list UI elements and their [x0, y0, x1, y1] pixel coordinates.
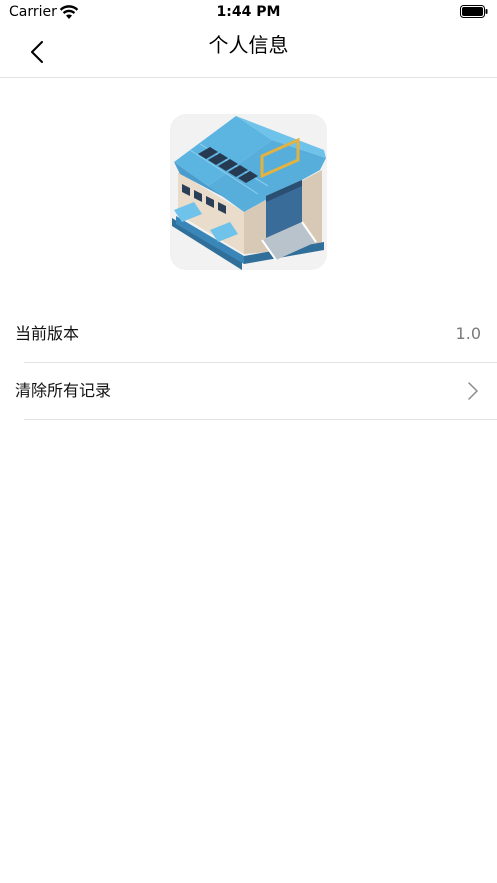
battery-icon [460, 5, 488, 18]
status-bar: Carrier 1:44 PM [0, 0, 497, 26]
clear-records-label: 清除所有记录 [15, 381, 112, 400]
clear-records-row[interactable]: 清除所有记录 [0, 363, 497, 420]
clock: 1:44 PM [216, 4, 281, 20]
version-value: 1.0 [455, 324, 481, 343]
divider [24, 419, 497, 420]
version-row: 当前版本 1.0 [0, 306, 497, 363]
app-logo [170, 114, 327, 270]
warehouse-building-icon [172, 116, 326, 270]
version-label: 当前版本 [15, 324, 80, 343]
navigation-bar: 个人信息 [0, 26, 497, 78]
chevron-right-icon [468, 382, 478, 400]
page-title: 个人信息 [208, 33, 289, 57]
